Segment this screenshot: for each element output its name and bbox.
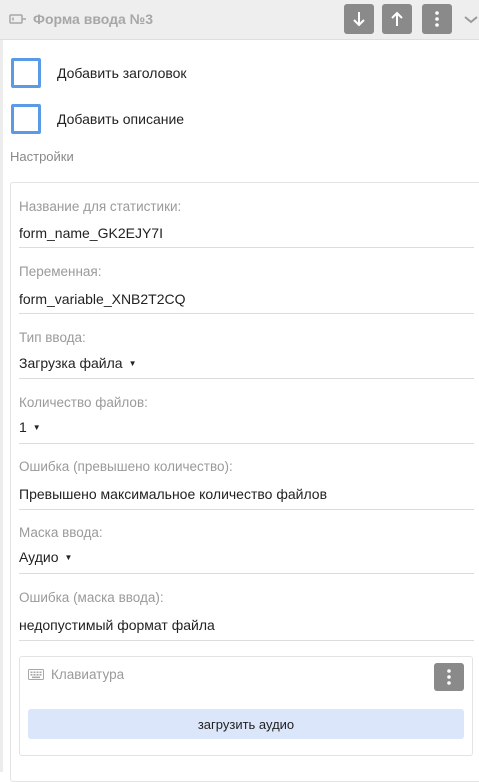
more-options-button[interactable] — [422, 4, 452, 34]
chevron-down-icon[interactable] — [463, 12, 479, 26]
file-count-select[interactable]: 1 ▼ — [19, 419, 41, 435]
file-count-label: Количество файлов: — [19, 395, 148, 410]
input-mask-field: Маска ввода: Аудио ▼ — [19, 525, 474, 574]
keyboard-card: Клавиатура загрузить аудио — [19, 656, 473, 756]
arrow-down-icon — [353, 12, 365, 27]
block-title: Форма ввода №3 — [33, 11, 154, 27]
block-header: Форма ввода №3 — [0, 0, 479, 40]
divider — [19, 378, 474, 379]
caret-down-icon: ▼ — [32, 423, 41, 432]
upload-audio-button[interactable]: загрузить аудио — [28, 709, 464, 739]
panel-edge — [0, 40, 3, 772]
variable-label: Переменная: — [19, 264, 102, 279]
file-count-field: Количество файлов: 1 ▼ — [19, 395, 474, 444]
keyboard-more-button[interactable] — [434, 663, 464, 691]
divider — [19, 443, 474, 444]
keyboard-title: Клавиатура — [51, 667, 125, 682]
count-error-label: Ошибка (превышено количество): — [19, 459, 233, 474]
add-title-checkbox[interactable] — [11, 58, 41, 88]
caret-down-icon: ▼ — [128, 359, 137, 368]
input-mask-label: Маска ввода: — [19, 525, 103, 540]
input-type-field: Тип ввода: Загрузка файла ▼ — [19, 330, 474, 379]
stat-name-field: Название для статистики: form_name_GK2EJ… — [19, 199, 474, 248]
caret-down-icon: ▼ — [64, 553, 73, 562]
divider — [19, 640, 474, 641]
count-error-field: Ошибка (превышено количество): Превышено… — [19, 459, 474, 510]
add-title-option[interactable]: Добавить заголовок — [11, 58, 311, 88]
add-description-checkbox[interactable] — [11, 104, 41, 134]
mask-error-input[interactable]: недопустимый формат файла — [19, 617, 215, 633]
input-mask-value: Аудио — [19, 549, 59, 565]
more-vertical-icon — [447, 669, 451, 685]
input-mask-select[interactable]: Аудио ▼ — [19, 549, 72, 565]
divider — [19, 313, 474, 314]
move-up-button[interactable] — [382, 4, 412, 34]
count-error-input[interactable]: Превышено максимальное количество файлов — [19, 486, 327, 502]
divider — [19, 573, 474, 574]
divider — [19, 509, 474, 510]
add-title-label: Добавить заголовок — [57, 65, 187, 81]
variable-input[interactable]: form_variable_XNB2T2CQ — [19, 291, 186, 307]
divider — [19, 247, 474, 248]
arrow-up-icon — [391, 11, 403, 26]
mask-error-label: Ошибка (маска ввода): — [19, 590, 164, 605]
mask-error-field: Ошибка (маска ввода): недопустимый форма… — [19, 590, 474, 641]
stat-name-input[interactable]: form_name_GK2EJY7I — [19, 225, 163, 241]
form-input-icon — [9, 14, 26, 24]
add-description-option[interactable]: Добавить описание — [11, 104, 311, 134]
file-count-value: 1 — [19, 419, 27, 435]
input-type-value: Загрузка файла — [19, 355, 123, 371]
settings-title: Настройки — [10, 149, 74, 164]
variable-field: Переменная: form_variable_XNB2T2CQ — [19, 264, 474, 314]
input-type-select[interactable]: Загрузка файла ▼ — [19, 355, 137, 371]
stat-name-label: Название для статистики: — [19, 199, 182, 214]
keyboard-icon — [28, 669, 44, 680]
move-down-button[interactable] — [344, 4, 374, 34]
more-vertical-icon — [435, 11, 439, 27]
input-type-label: Тип ввода: — [19, 330, 86, 345]
add-description-label: Добавить описание — [57, 111, 185, 127]
